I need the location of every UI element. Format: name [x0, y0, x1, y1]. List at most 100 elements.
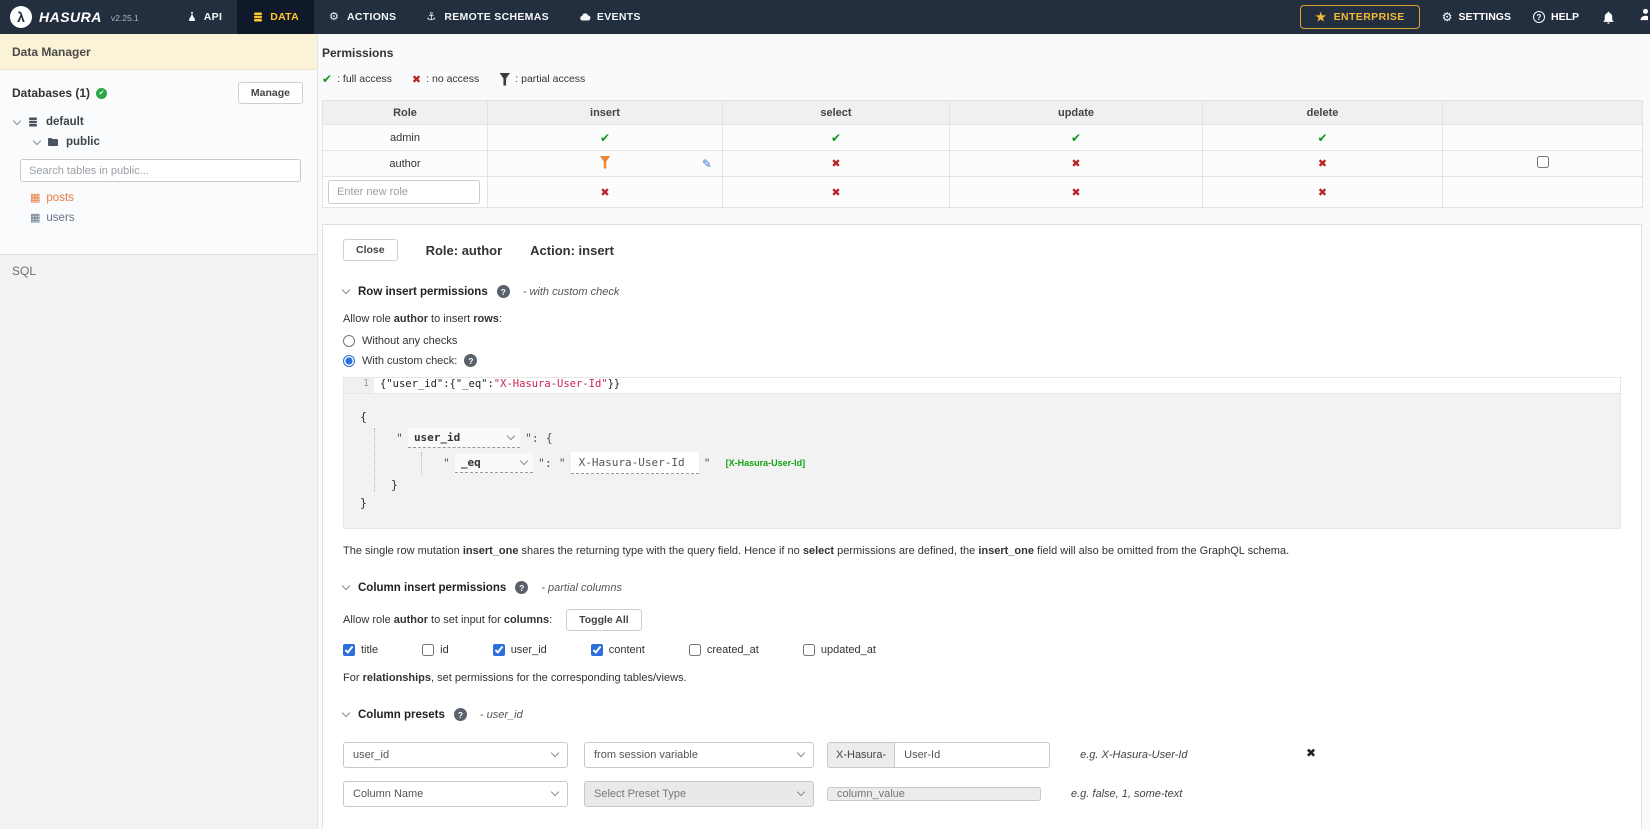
- session-variable-input[interactable]: [570, 452, 699, 474]
- author-update-cell[interactable]: [949, 150, 1203, 177]
- checkbox[interactable]: [688, 644, 701, 656]
- section-status: - partial columns: [541, 581, 622, 594]
- builder-close-brace: }: [360, 496, 367, 510]
- help-icon[interactable]: ?: [464, 354, 478, 367]
- close-button[interactable]: Close: [343, 239, 398, 261]
- preset-type-select-disabled[interactable]: Select Preset Type: [584, 780, 814, 807]
- admin-update-cell[interactable]: [949, 124, 1203, 151]
- author-delete-cell[interactable]: [1202, 150, 1443, 177]
- tree-item-schema-public[interactable]: public: [0, 132, 317, 152]
- search-tables-input[interactable]: [20, 159, 301, 182]
- preset-value-input-disabled[interactable]: [827, 786, 1041, 801]
- brand-name: HASURA: [39, 9, 102, 25]
- remove-preset-icon[interactable]: ✖: [1306, 746, 1316, 760]
- help-icon[interactable]: ?: [496, 285, 510, 298]
- newrole-select-cell[interactable]: [722, 176, 950, 208]
- option-without-checks: Without any checks: [343, 335, 1621, 347]
- row-permissions-section-toggle[interactable]: Row insert permissions ? - with custom c…: [341, 285, 1621, 298]
- sidebar-table-users[interactable]: ▦ users: [0, 208, 317, 228]
- custom-check-radio[interactable]: [343, 354, 355, 367]
- new-role-input[interactable]: [328, 180, 480, 204]
- admin-delete-cell[interactable]: [1202, 124, 1443, 151]
- column-presets-section-toggle[interactable]: Column presets ? - user_id: [341, 708, 1621, 721]
- databases-count: Databases (1): [12, 86, 91, 100]
- hasura-brand[interactable]: λ HASURA v2.25.1: [0, 0, 153, 34]
- column-checkbox-updated-at[interactable]: updated_at: [802, 644, 876, 656]
- newrole-insert-cell[interactable]: [487, 176, 723, 208]
- preset-type-select[interactable]: from session variable: [584, 741, 814, 768]
- checkbox[interactable]: [343, 644, 355, 656]
- enterprise-label: ENTERPRISE: [1333, 11, 1405, 23]
- section-status: - with custom check: [522, 285, 620, 298]
- author-bulk-checkbox[interactable]: [1536, 156, 1549, 168]
- help-icon[interactable]: ?: [453, 708, 467, 721]
- nav-item-api[interactable]: API: [171, 0, 237, 34]
- text: :: [498, 313, 502, 325]
- insert-one-note: The single row mutation insert_one share…: [343, 545, 1290, 557]
- column-checkbox-id[interactable]: id: [422, 644, 449, 656]
- nav-label: API: [203, 11, 223, 23]
- chevron-down-icon: [550, 748, 560, 758]
- notifications-bell-icon[interactable]: [1601, 10, 1616, 25]
- manage-button[interactable]: Manage: [237, 82, 303, 104]
- nav-item-data[interactable]: DATA: [237, 0, 314, 34]
- toggle-all-button[interactable]: Toggle All: [566, 609, 642, 631]
- column-permissions-section-toggle[interactable]: Column insert permissions ? - partial co…: [341, 581, 1621, 594]
- header-select: select: [722, 100, 950, 125]
- preset-row-1: user_id from session variable X-Hasura- …: [343, 741, 1621, 768]
- chevron-down-icon: [519, 456, 529, 466]
- user-menu[interactable]: [1638, 7, 1648, 27]
- preset-column-select[interactable]: user_id: [343, 741, 568, 768]
- checkbox[interactable]: [802, 644, 815, 656]
- author-insert-cell[interactable]: ✎: [487, 150, 723, 177]
- builder-operator-row: " _eq ": " " [X-Hasura-User-Id]: [438, 452, 1604, 474]
- newrole-delete-cell[interactable]: [1202, 176, 1443, 208]
- column-checkbox-created-at[interactable]: created_at: [688, 644, 759, 656]
- code-close: }}: [607, 378, 621, 390]
- nav-label: DATA: [270, 11, 299, 23]
- session-var-value-input[interactable]: [894, 741, 1051, 768]
- user-icon: [1640, 8, 1648, 21]
- selected-value: from session variable: [594, 748, 698, 761]
- chevron-down-icon[interactable]: [32, 136, 42, 145]
- field-select[interactable]: user_id: [407, 428, 520, 448]
- folder-icon: [48, 138, 58, 146]
- nav-item-actions[interactable]: ⚙ ACTIONS: [314, 0, 411, 34]
- checkbox[interactable]: [492, 644, 505, 656]
- preset-column-select-empty[interactable]: Column Name: [343, 780, 568, 807]
- full-access-icon: [1071, 133, 1081, 145]
- author-select-cell[interactable]: [722, 150, 950, 177]
- builder-open-brace: {: [360, 410, 367, 424]
- x-hasura-prefix: X-Hasura-: [827, 741, 895, 768]
- sql-section[interactable]: SQL: [0, 254, 317, 829]
- nav-item-remote-schemas[interactable]: ⚓ REMOTE SCHEMAS: [411, 0, 564, 34]
- tree-item-database-default[interactable]: default: [0, 112, 317, 132]
- permissions-table: Role insert select update delete admin a…: [322, 100, 1643, 208]
- legend-full-access: : full access: [322, 72, 392, 86]
- help-button[interactable]: ? HELP: [1532, 11, 1579, 23]
- column-checkbox-title[interactable]: title: [343, 644, 378, 656]
- text-bold: rows: [473, 313, 499, 325]
- help-icon[interactable]: ?: [515, 581, 529, 594]
- newrole-update-cell[interactable]: [949, 176, 1203, 208]
- legend-no-access: : no access: [412, 73, 479, 86]
- nav-item-events[interactable]: EVENTS: [564, 0, 656, 34]
- partial-access-icon: [599, 155, 611, 169]
- checkbox[interactable]: [590, 644, 603, 656]
- admin-select-cell[interactable]: [722, 124, 950, 151]
- column-checkbox-content[interactable]: content: [590, 644, 645, 656]
- enterprise-button[interactable]: ★ ENTERPRISE: [1300, 5, 1420, 29]
- column-label: content: [608, 644, 645, 656]
- column-checkbox-user-id[interactable]: user_id: [492, 644, 547, 656]
- custom-check-code-editor[interactable]: 1 {"user_id":{"_eq":"X-Hasura-User-Id"}}: [343, 377, 1621, 393]
- admin-insert-cell[interactable]: [487, 124, 723, 151]
- role-author: author: [322, 150, 488, 177]
- settings-button[interactable]: ⚙ SETTINGS: [1442, 10, 1511, 24]
- section-title: Row insert permissions: [358, 285, 488, 298]
- radio-label: Without any checks: [362, 335, 458, 347]
- without-checks-radio[interactable]: [343, 335, 355, 347]
- chevron-down-icon[interactable]: [12, 116, 22, 125]
- sidebar-table-posts[interactable]: ▦ posts: [0, 188, 317, 208]
- operator-select[interactable]: _eq: [454, 453, 533, 473]
- checkbox[interactable]: [422, 644, 435, 656]
